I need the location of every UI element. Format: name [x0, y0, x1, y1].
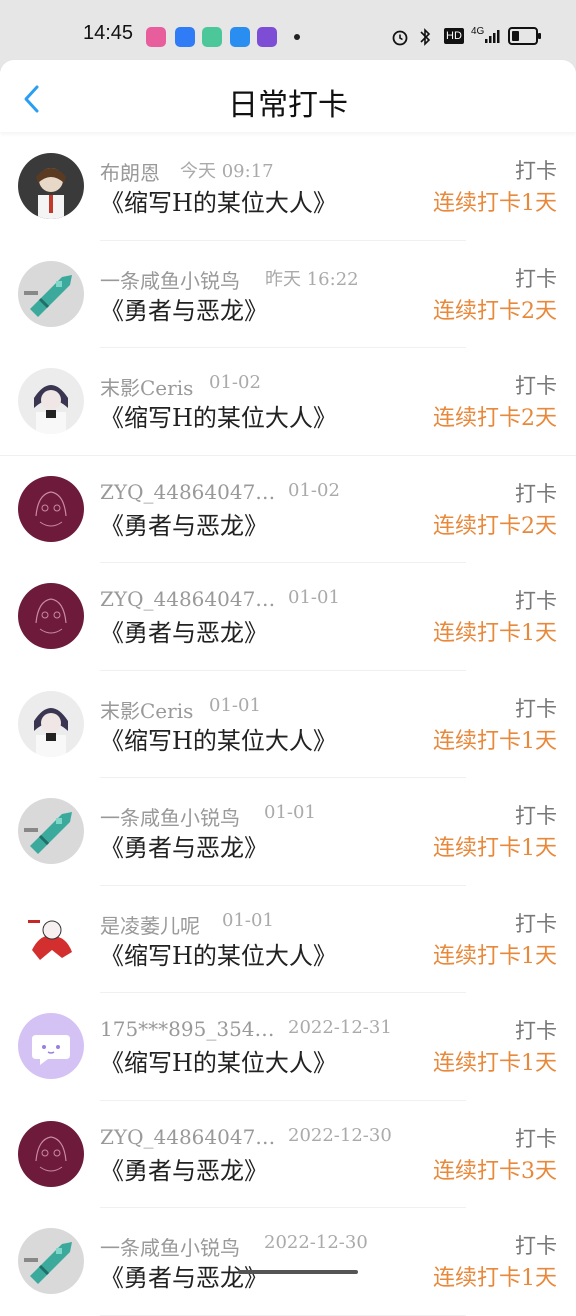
user-name[interactable]: 175***895_354… — [100, 1017, 275, 1041]
user-name[interactable]: ZYQ_44864047… — [100, 1125, 275, 1149]
checkin-row[interactable]: ZYQ_44864047… 01-02 《勇者与恶龙》 打卡连续打卡2天 — [0, 456, 576, 563]
book-title[interactable]: 《勇者与恶龙》 — [100, 1258, 268, 1293]
book-title[interactable]: 《缩写H的某位大人》 — [100, 183, 337, 218]
user-avatar[interactable] — [18, 798, 84, 864]
user-avatar[interactable] — [18, 690, 84, 757]
checkin-row[interactable]: 末影Ceris 01-01 《缩写H的某位大人》 打卡连续打卡1天 — [0, 671, 576, 778]
user-name[interactable]: ZYQ_44864047… — [100, 587, 275, 611]
signal-icon — [485, 30, 500, 43]
checkin-row[interactable]: 一条咸鱼小锐鸟 2022-12-30 《勇者与恶龙》 打卡连续打卡1天 — [0, 1208, 576, 1316]
user-name[interactable]: 是凌萎儿呢 — [100, 910, 200, 939]
checkin-action-label: 打卡 — [515, 481, 557, 506]
checkin-row[interactable]: 一条咸鱼小锐鸟 01-01 《勇者与恶龙》 打卡连续打卡1天 — [0, 778, 576, 886]
streak-label: 连续打卡1天 — [433, 621, 557, 646]
checkin-row[interactable]: 布朗恩 今天 09:17 《缩写H的某位大人》 打卡连续打卡1天 — [0, 133, 576, 241]
streak-label: 连续打卡3天 — [433, 1158, 557, 1184]
streak-label: 连续打卡2天 — [433, 298, 557, 324]
checkin-time: 01-01 — [288, 587, 340, 608]
streak-label: 连续打卡1天 — [433, 943, 557, 969]
home-indicator[interactable] — [238, 1270, 358, 1274]
network-label: 4G — [471, 26, 485, 37]
more-notifications-icon — [294, 34, 300, 40]
book-title[interactable]: 《勇者与恶龙》 — [100, 506, 268, 541]
checkin-action-label: 打卡 — [515, 159, 557, 183]
music-app-icon — [257, 27, 277, 47]
user-name[interactable]: 一条咸鱼小锐鸟 — [100, 1232, 240, 1261]
page-title: 日常打卡 — [228, 88, 348, 123]
checkin-time: 昨天 16:22 — [265, 268, 359, 290]
checkin-action-label: 打卡 — [515, 1019, 557, 1043]
checkin-time: 01-02 — [209, 372, 261, 393]
checkin-time: 2022-12-31 — [288, 1017, 392, 1038]
book-title[interactable]: 《缩写H的某位大人》 — [100, 1043, 337, 1078]
checkin-action-label: 打卡 — [515, 266, 557, 291]
translate-app-icon — [175, 27, 195, 47]
checkin-action-label: 打卡 — [515, 911, 557, 936]
checkin-action-label: 打卡 — [515, 374, 557, 398]
streak-label: 连续打卡1天 — [433, 728, 557, 754]
hd-label: HD — [444, 28, 464, 44]
user-avatar[interactable] — [18, 260, 84, 327]
bilibili-app-icon — [146, 27, 166, 47]
user-avatar[interactable] — [18, 905, 84, 972]
user-name[interactable]: 一条咸鱼小锐鸟 — [100, 802, 240, 831]
streak-label: 连续打卡2天 — [433, 406, 557, 431]
checkin-time: 01-01 — [264, 802, 316, 823]
checkin-row[interactable]: 末影Ceris 01-02 《缩写H的某位大人》 打卡连续打卡2天 — [0, 348, 576, 456]
streak-label: 连续打卡1天 — [433, 836, 557, 861]
user-avatar[interactable] — [18, 368, 84, 434]
checkin-row[interactable]: 175***895_354… 2022-12-31 《缩写H的某位大人》 打卡连续打卡… — [0, 993, 576, 1101]
checkin-time: 01-01 — [209, 694, 261, 716]
status-time: 14:45 — [83, 22, 134, 44]
book-title[interactable]: 《勇者与恶龙》 — [100, 828, 268, 863]
user-name[interactable]: 一条咸鱼小锐鸟 — [100, 265, 240, 294]
user-name[interactable]: 末影Ceris — [100, 372, 193, 401]
book-title[interactable]: 《缩写H的某位大人》 — [100, 936, 337, 971]
checkin-time: 01-01 — [222, 909, 274, 931]
user-name[interactable]: 布朗恩 — [100, 157, 160, 186]
checkin-row[interactable]: ZYQ_44864047… 2022-12-30 《勇者与恶龙》 打卡连续打卡3天 — [0, 1101, 576, 1208]
checkin-row[interactable]: 是凌萎儿呢 01-01 《缩写H的某位大人》 打卡连续打卡1天 — [0, 886, 576, 993]
checkin-time: 今天 09:17 — [180, 161, 274, 182]
checkin-time: 2022-12-30 — [264, 1232, 368, 1253]
checkin-action-label: 打卡 — [515, 589, 557, 613]
checkin-action-label: 打卡 — [515, 1126, 557, 1151]
checkin-action-label: 打卡 — [515, 1234, 557, 1258]
checkin-row[interactable]: ZYQ_44864047… 01-01 《勇者与恶龙》 打卡连续打卡1天 — [0, 563, 576, 671]
checkin-row[interactable]: 一条咸鱼小锐鸟 昨天 16:22 《勇者与恶龙》 打卡连续打卡2天 — [0, 241, 576, 348]
user-avatar[interactable] — [18, 153, 84, 219]
checkin-action-label: 打卡 — [515, 804, 557, 828]
header-bar: 日常打卡 — [0, 60, 576, 132]
streak-label: 连续打卡1天 — [433, 191, 557, 216]
streak-label: 连续打卡1天 — [433, 1266, 557, 1291]
checkin-action-label: 打卡 — [515, 696, 557, 721]
book-title[interactable]: 《勇者与恶龙》 — [100, 291, 268, 326]
streak-label: 连续打卡2天 — [433, 513, 557, 539]
checkin-list: 布朗恩 今天 09:17 《缩写H的某位大人》 打卡 连续打卡1天 一条咸鱼小锐鸟 昨天 1… — [0, 133, 576, 1316]
user-avatar[interactable] — [18, 583, 84, 649]
user-avatar[interactable] — [18, 475, 84, 542]
user-avatar[interactable] — [18, 1120, 84, 1187]
user-name[interactable]: ZYQ_44864047… — [100, 480, 275, 504]
user-avatar[interactable] — [18, 1228, 84, 1294]
alarm-icon — [392, 30, 408, 46]
row-divider — [100, 1314, 466, 1316]
browser-app-icon — [230, 27, 250, 47]
book-title[interactable]: 《缩写H的某位大人》 — [100, 721, 337, 756]
checkin-time: 2022-12-30 — [288, 1124, 392, 1146]
checkin-time: 01-02 — [288, 479, 340, 501]
battery-icon — [508, 27, 541, 45]
streak-label: 连续打卡1天 — [433, 1051, 557, 1076]
chat-app-icon — [202, 27, 222, 47]
book-title[interactable]: 《缩写H的某位大人》 — [100, 398, 337, 433]
book-title[interactable]: 《勇者与恶龙》 — [100, 1151, 268, 1186]
bluetooth-icon — [420, 28, 431, 46]
user-avatar[interactable] — [18, 1013, 84, 1079]
user-name[interactable]: 末影Ceris — [100, 695, 193, 724]
book-title[interactable]: 《勇者与恶龙》 — [100, 613, 268, 648]
